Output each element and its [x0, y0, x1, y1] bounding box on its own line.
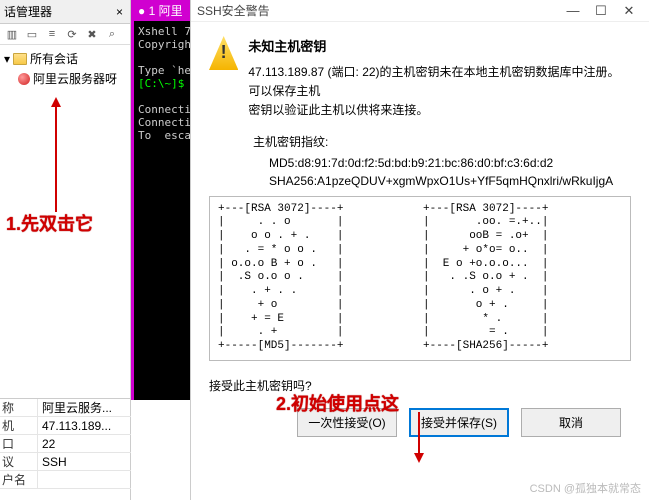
- close-icon[interactable]: ✕: [615, 3, 643, 19]
- delete-icon[interactable]: ✖: [84, 26, 100, 42]
- tree-item-server[interactable]: 阿里云服务器呀: [4, 69, 126, 89]
- fingerprint-label: 主机密钥指纹:: [209, 133, 631, 150]
- session-toolbar: ▥ ▭ ≡ ⟳ ✖ ⌕: [0, 24, 130, 45]
- close-icon[interactable]: ×: [113, 5, 126, 19]
- folder-icon: [13, 53, 27, 65]
- server-icon: [18, 73, 30, 85]
- dialog-message: 47.113.189.87 (端口: 22)的主机密钥未在本地主机密钥数据库中注…: [248, 63, 631, 121]
- properties-table: 称阿里云服务... 机47.113.189... 口22 议SSH 户名: [0, 398, 131, 489]
- dialog-title: SSH安全警告: [197, 2, 270, 19]
- new-session-icon[interactable]: ▥: [4, 26, 20, 42]
- session-manager-titlebar: 话管理器 ×: [0, 0, 130, 24]
- tree-root[interactable]: ▾ 所有会话: [4, 49, 126, 69]
- refresh-icon[interactable]: ⟳: [64, 26, 80, 42]
- annotation-arrow-2: [418, 412, 420, 460]
- folder-icon[interactable]: ▭: [24, 26, 40, 42]
- terminal-pane: ● 1 阿里 Xshell 7 Copyright Type `he [C:\~…: [131, 0, 190, 400]
- server-name: 阿里云服务器呀: [33, 69, 117, 89]
- warning-icon: [209, 36, 238, 70]
- accept-prompt: 接受此主机密钥吗?: [209, 377, 631, 394]
- annotation-step2: 2.初始使用点这: [276, 390, 399, 416]
- search-icon[interactable]: ⌕: [104, 26, 120, 42]
- accept-save-button[interactable]: 接受并保存(S): [409, 408, 509, 437]
- dialog-header: 未知主机密钥 47.113.189.87 (端口: 22)的主机密钥未在本地主机…: [209, 36, 631, 121]
- table-row: 口22: [0, 435, 131, 453]
- session-manager-panel: 话管理器 × ▥ ▭ ≡ ⟳ ✖ ⌕ ▾ 所有会话 阿里云服务器呀 称阿里云服务…: [0, 0, 131, 500]
- all-sessions-label: 所有会话: [30, 49, 78, 69]
- maximize-icon[interactable]: ☐: [587, 3, 615, 19]
- ascii-art-sha256: +---[RSA 3072]----+ | .oo. =.+..| | ooB …: [423, 203, 622, 354]
- cancel-button[interactable]: 取消: [521, 408, 621, 437]
- dialog-buttons: 一次性接受(O) 接受并保存(S) 取消: [209, 404, 631, 437]
- annotation-step1: 1.先双击它: [6, 210, 93, 236]
- watermark: CSDN @孤独本就常态: [530, 480, 641, 496]
- table-row: 称阿里云服务...: [0, 399, 131, 417]
- fingerprint-md5: MD5:d8:91:7d:0d:f2:5d:bd:b9:21:bc:86:d0:…: [225, 156, 631, 170]
- annotation-arrow-1: [55, 100, 57, 212]
- terminal-tab[interactable]: ● 1 阿里: [134, 0, 190, 21]
- fingerprint-sha256: SHA256:A1pzeQDUV+xgmWpxO1Us+YfF5qmHQnxlr…: [225, 174, 631, 188]
- dialog-heading: 未知主机密钥: [248, 36, 631, 55]
- session-manager-title: 话管理器: [4, 3, 52, 20]
- session-tree: ▾ 所有会话 阿里云服务器呀: [0, 45, 130, 89]
- minimize-icon[interactable]: —: [559, 3, 587, 18]
- table-row: 机47.113.189...: [0, 417, 131, 435]
- dialog-content: 未知主机密钥 47.113.189.87 (端口: 22)的主机密钥未在本地主机…: [191, 22, 649, 447]
- table-row: 议SSH: [0, 453, 131, 471]
- ascii-art-box: +---[RSA 3072]----+ | . . o | | o o . + …: [209, 196, 631, 361]
- expand-icon[interactable]: ▾: [4, 49, 10, 69]
- list-icon[interactable]: ≡: [44, 26, 60, 42]
- ascii-art-md5: +---[RSA 3072]----+ | . . o | | o o . + …: [218, 203, 417, 354]
- terminal-body[interactable]: Xshell 7 Copyright Type `he [C:\~]$ Conn…: [134, 21, 190, 146]
- table-row: 户名: [0, 471, 131, 489]
- dialog-titlebar: SSH安全警告 — ☐ ✕: [191, 0, 649, 22]
